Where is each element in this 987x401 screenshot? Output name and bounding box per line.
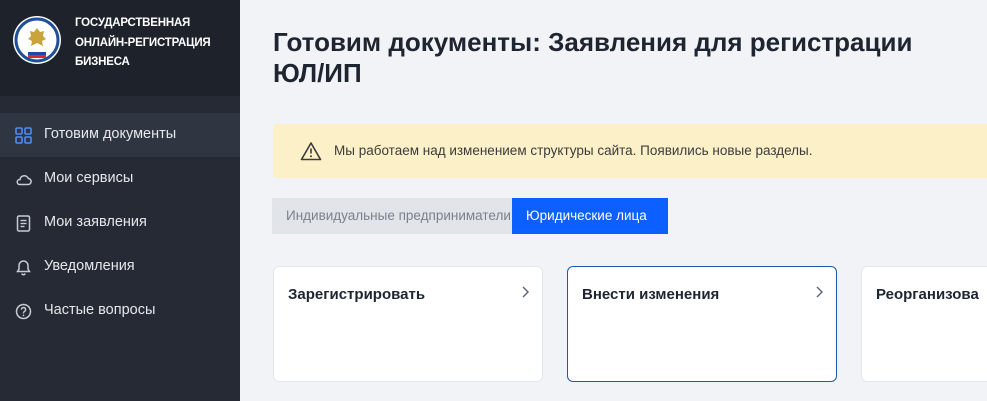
- info-notice: Мы работаем над изменением структуры сай…: [273, 124, 987, 178]
- sidebar-nav: Готовим документы Мои сервисы Мои заявле…: [0, 113, 240, 333]
- card-title: Внести изменения: [582, 286, 720, 303]
- warning-icon: [300, 142, 322, 161]
- chevron-right-icon: [816, 286, 823, 298]
- brand-header: ГОСУДАРСТВЕННАЯ ОНЛАЙН-РЕГИСТРАЦИЯ БИЗНЕ…: [0, 0, 240, 96]
- card-title: Реорганизова: [876, 286, 979, 303]
- brand-title-line: ОНЛАЙН-РЕГИСТРАЦИЯ: [75, 36, 211, 49]
- cloud-icon: [16, 174, 32, 186]
- card-make-changes[interactable]: Внести изменения: [567, 266, 837, 382]
- sidebar-item-label: Частые вопросы: [44, 302, 156, 318]
- sidebar: ГОСУДАРСТВЕННАЯ ОНЛАЙН-РЕГИСТРАЦИЯ БИЗНЕ…: [0, 0, 240, 401]
- sidebar-item-label: Готовим документы: [44, 126, 177, 142]
- page-title-line: Готовим документы: Заявления для регистр…: [273, 27, 913, 57]
- chevron-right-icon: [522, 286, 529, 298]
- card-register[interactable]: Зарегистрировать: [273, 266, 543, 382]
- fns-emblem-logo[interactable]: [12, 15, 62, 65]
- page-title-line: ЮЛ/ИП: [273, 58, 362, 88]
- card-title: Зарегистрировать: [288, 286, 426, 303]
- brand-title-line: БИЗНЕСА: [75, 56, 130, 68]
- brand-title: ГОСУДАРСТВЕННАЯ ОНЛАЙН-РЕГИСТРАЦИЯ БИЗНЕ…: [75, 14, 235, 73]
- question-circle-icon: [15, 303, 32, 320]
- notice-text: Мы работаем над изменением структуры сай…: [334, 143, 813, 158]
- sidebar-item-documents[interactable]: Готовим документы: [0, 113, 240, 157]
- brand-title-line: ГОСУДАРСТВЕННАЯ: [75, 17, 191, 29]
- sidebar-item-notifications[interactable]: Уведомления: [0, 245, 240, 289]
- sidebar-item-label: Мои сервисы: [44, 170, 134, 186]
- main-content: Готовим документы: Заявления для регистр…: [240, 0, 987, 401]
- card-reorganize[interactable]: Реорганизова: [861, 266, 987, 382]
- bell-icon: [16, 260, 31, 276]
- sidebar-item-faq[interactable]: Частые вопросы: [0, 289, 240, 333]
- sidebar-item-services[interactable]: Мои сервисы: [0, 157, 240, 201]
- tab-individual-entrepreneurs[interactable]: Индивидуальные предприниматели: [272, 198, 512, 234]
- grid-icon: [15, 127, 32, 144]
- sidebar-item-applications[interactable]: Мои заявления: [0, 201, 240, 245]
- document-icon: [16, 215, 31, 232]
- tab-legal-entities[interactable]: Юридические лица: [512, 198, 668, 234]
- entity-type-tabs: Индивидуальные предприниматели Юридическ…: [272, 198, 668, 234]
- sidebar-item-label: Мои заявления: [44, 214, 147, 230]
- sidebar-item-label: Уведомления: [44, 258, 135, 274]
- page-title: Готовим документы: Заявления для регистр…: [273, 27, 987, 89]
